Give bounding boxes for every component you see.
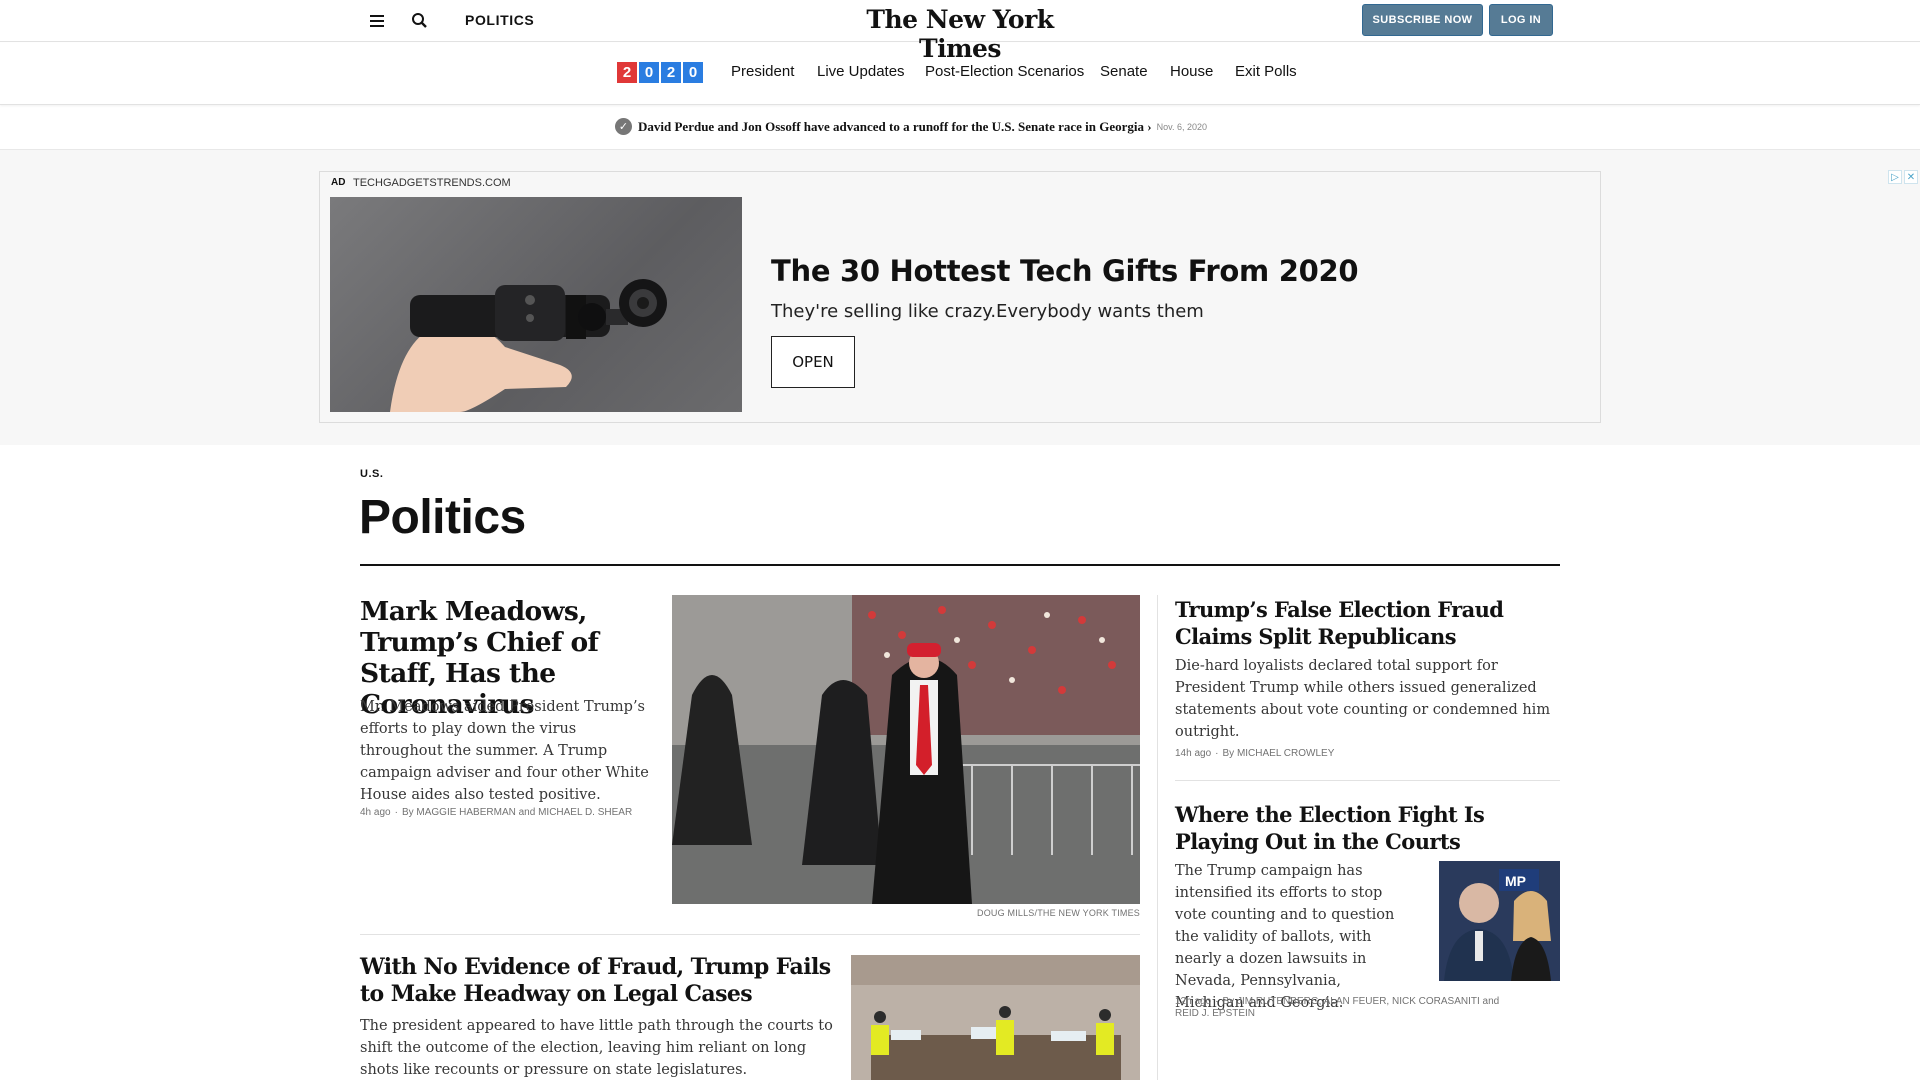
ad-domain[interactable]: TECHGADGETSTRENDS.COM xyxy=(353,177,511,189)
page-title: Politics xyxy=(359,491,526,544)
nav-item-president[interactable]: President xyxy=(731,63,794,80)
hamburger-menu-icon[interactable] xyxy=(366,10,388,32)
election-nav-bar: 2 0 2 0 President Live Updates Post-Elec… xyxy=(0,43,1920,105)
timestamp: 4h ago xyxy=(360,807,391,818)
svg-text:MP: MP xyxy=(1505,873,1526,889)
logo-digit: 0 xyxy=(682,61,704,84)
ad-banner-region: AD TECHGADGETSTRENDS.COM The 30 Hottest … xyxy=(0,150,1920,445)
alert-date: Nov. 6, 2020 xyxy=(1156,121,1207,132)
adchoices-icon[interactable]: ▷ xyxy=(1888,170,1902,184)
column-divider xyxy=(1157,595,1158,1080)
story-headline[interactable]: Trump’s False Election Fraud Claims Spli… xyxy=(1175,596,1565,650)
breaking-alert-bar: ✓ David Perdue and Jon Ossoff have advan… xyxy=(0,106,1920,150)
login-button[interactable]: LOG IN xyxy=(1489,4,1553,36)
author-byline: By JIM RUTENBERG, ALAN FEUER, NICK CORAS… xyxy=(1175,996,1500,1019)
section-label[interactable]: POLITICS xyxy=(465,12,534,28)
timestamp: 12h ago xyxy=(1175,996,1212,1007)
lead-story-byline: 4h ago · By MAGGIE HABERMAN and MICHAEL D.… xyxy=(360,807,633,818)
story-summary: The Trump campaign has intensified its e… xyxy=(1175,863,1395,1011)
story-byline: 14h ago · By MICHAEL CROWLEY xyxy=(1175,748,1335,759)
ad-label: AD xyxy=(331,177,346,188)
author-byline: By MAGGIE HABERMAN and MICHAEL D. SHEAR xyxy=(401,807,633,818)
ad-title[interactable]: The 30 Hottest Tech Gifts From 2020 xyxy=(771,254,1359,288)
story-headline[interactable]: Where the Election Fight Is Playing Out … xyxy=(1175,801,1565,855)
checkmark-icon: ✓ xyxy=(615,118,632,135)
story-headline[interactable]: With No Evidence of Fraud, Trump Fails t… xyxy=(360,954,840,1008)
nav-item-post-election-scenarios[interactable]: Post-Election Scenarios xyxy=(925,63,1084,80)
nav-item-house[interactable]: House xyxy=(1170,63,1213,80)
section-kicker[interactable]: U.S. xyxy=(360,468,383,480)
story-summary: The president appeared to have little pa… xyxy=(360,1018,833,1078)
story-photo[interactable]: MP xyxy=(1439,861,1560,981)
lead-story-summary: Mr. Meadows aided President Trump’s effo… xyxy=(360,699,649,803)
subscribe-button[interactable]: SUBSCRIBE NOW xyxy=(1362,4,1483,36)
ad-container[interactable]: AD TECHGADGETSTRENDS.COM The 30 Hottest … xyxy=(319,171,1601,423)
logo-digit: 2 xyxy=(616,61,638,84)
election-2020-logo[interactable]: 2 0 2 0 xyxy=(616,61,704,84)
search-icon[interactable] xyxy=(408,9,432,33)
nav-item-exit-polls[interactable]: Exit Polls xyxy=(1235,63,1297,80)
ad-open-button[interactable]: OPEN xyxy=(771,336,855,388)
logo-digit: 0 xyxy=(638,61,660,84)
lead-story-photo[interactable] xyxy=(672,595,1140,904)
nav-item-senate[interactable]: Senate xyxy=(1100,63,1148,80)
story-byline: 12h ago · By JIM RUTENBERG, ALAN FEUER, NI… xyxy=(1175,996,1500,1019)
close-icon[interactable]: ✕ xyxy=(1904,170,1918,184)
timestamp: 14h ago xyxy=(1175,748,1212,759)
photo-credit: DOUG MILLS/THE NEW YORK TIMES xyxy=(977,908,1140,918)
alert-headline-link[interactable]: David Perdue and Jon Ossoff have advance… xyxy=(638,119,1152,135)
top-bar: POLITICS The New York Times SUBSCRIBE NO… xyxy=(0,0,1920,63)
ad-subtitle: They're selling like crazy.Everybody wan… xyxy=(771,301,1204,322)
divider xyxy=(1175,780,1560,781)
author-byline: By MICHAEL CROWLEY xyxy=(1222,748,1335,759)
divider xyxy=(360,934,1140,935)
divider xyxy=(360,564,1560,566)
story-photo[interactable] xyxy=(851,955,1140,1080)
nav-item-live-updates[interactable]: Live Updates xyxy=(817,63,905,80)
logo-digit: 2 xyxy=(660,61,682,84)
story-summary: Die-hard loyalists declared total suppor… xyxy=(1175,658,1551,740)
ad-product-image[interactable] xyxy=(330,197,742,412)
